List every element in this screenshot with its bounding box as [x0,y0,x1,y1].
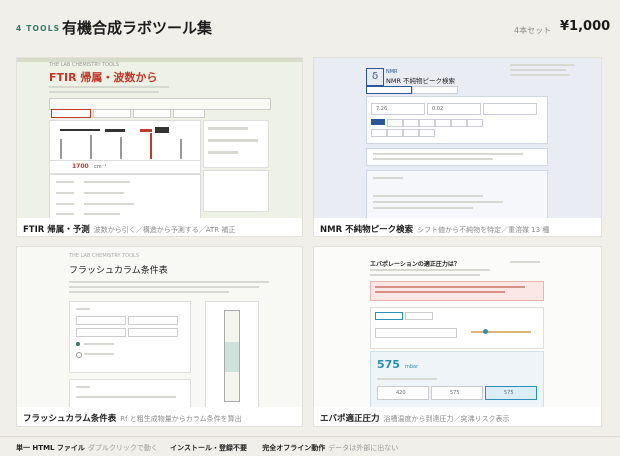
card-name: エバポ適正圧力 [320,414,380,424]
feature-list: 単一 HTML ファイル ダブルクリックで動く インストール・登録不要 完全オフラ… [16,443,408,453]
evap-screenshot: エバポレーションの適正圧力は？ 575 mbar 420 575 575 [314,247,601,407]
nmr-val-1: 7.26 [376,106,388,112]
ftir-value: 1700 [72,163,89,170]
feature-desc: データは外部に出ない [328,444,399,452]
card-desc: 波数から引く／構造から予測する／ATR 補正 [93,226,236,234]
card-name: NMR 不純物ピーク検索 [320,225,414,235]
feature-title: 完全オフライン動作 [262,444,326,452]
nmr-screenshot: δ NMR NMR 不純物ピーク検索 7.26 0.02 [314,58,601,218]
header: 4 TOOLS 有機合成ラボツール集 4本セット ¥1,000 [0,0,620,52]
flash-screenshot: THE LAB CHEMISTRY TOOLS フラッシュカラム条件表 [17,247,302,407]
card-ftir[interactable]: THE LAB CHEMISTRY TOOLS FTIR 帰属・波数から 170… [16,57,303,237]
card-caption: FTIR 帰属・予測 波数から引く／構造から予測する／ATR 補正 [23,223,235,235]
card-flash[interactable]: THE LAB CHEMISTRY TOOLS フラッシュカラム条件表 フラッシ… [16,246,303,427]
nmr-val-2: 0.02 [432,106,444,112]
feature-title: 単一 HTML ファイル [16,444,85,452]
card-nmr[interactable]: δ NMR NMR 不純物ピーク検索 7.26 0.02 NMR 不純物ピーク検… [313,57,602,237]
card-evap[interactable]: エバポレーションの適正圧力は？ 575 mbar 420 575 575 エバポ… [313,246,602,427]
flash-thumb-title: フラッシュカラム条件表 [69,266,168,276]
card-caption: エバポ適正圧力 浴槽温度から到達圧力／突沸リスク表示 [320,412,510,424]
evap-value: 575 [377,358,400,371]
card-caption: フラッシュカラム条件表 Rf と粗生成物量からカラム条件を算出 [23,412,242,424]
ftir-screenshot: THE LAB CHEMISTRY TOOLS FTIR 帰属・波数から 170… [17,58,302,218]
ftir-thumb-title: FTIR 帰属・波数から [49,71,158,84]
ftir-unit: cm⁻¹ [94,164,107,170]
evap-cell: 420 [396,390,406,396]
card-caption: NMR 不純物ピーク検索 シフト値から不純物を特定／重溶媒 13 種 [320,223,549,235]
card-desc: 浴槽温度から到達圧力／突沸リスク表示 [383,415,510,423]
evap-cell: 575 [504,390,514,396]
page-title: 有機合成ラボツール集 [62,19,213,37]
price: ¥1,000 [560,19,611,34]
nmr-thumb-title: NMR 不純物ピーク検索 [386,77,456,85]
evap-cell: 575 [450,390,460,396]
evap-thumb-title: エバポレーションの適正圧力は？ [370,261,460,268]
set-count: 4本セット [514,26,552,35]
feature-title: インストール・登録不要 [170,444,248,452]
feature-desc: ダブルクリックで動く [87,444,158,452]
card-name: フラッシュカラム条件表 [23,414,117,424]
nmr-logo-icon: δ [366,68,384,86]
tools-tag: 4 TOOLS [16,24,61,33]
card-name: FTIR 帰属・予測 [23,225,90,235]
card-desc: Rf と粗生成物量からカラム条件を算出 [120,415,242,423]
divider [0,436,620,437]
evap-unit: mbar [405,364,419,370]
card-desc: シフト値から不純物を特定／重溶媒 13 種 [417,226,550,234]
